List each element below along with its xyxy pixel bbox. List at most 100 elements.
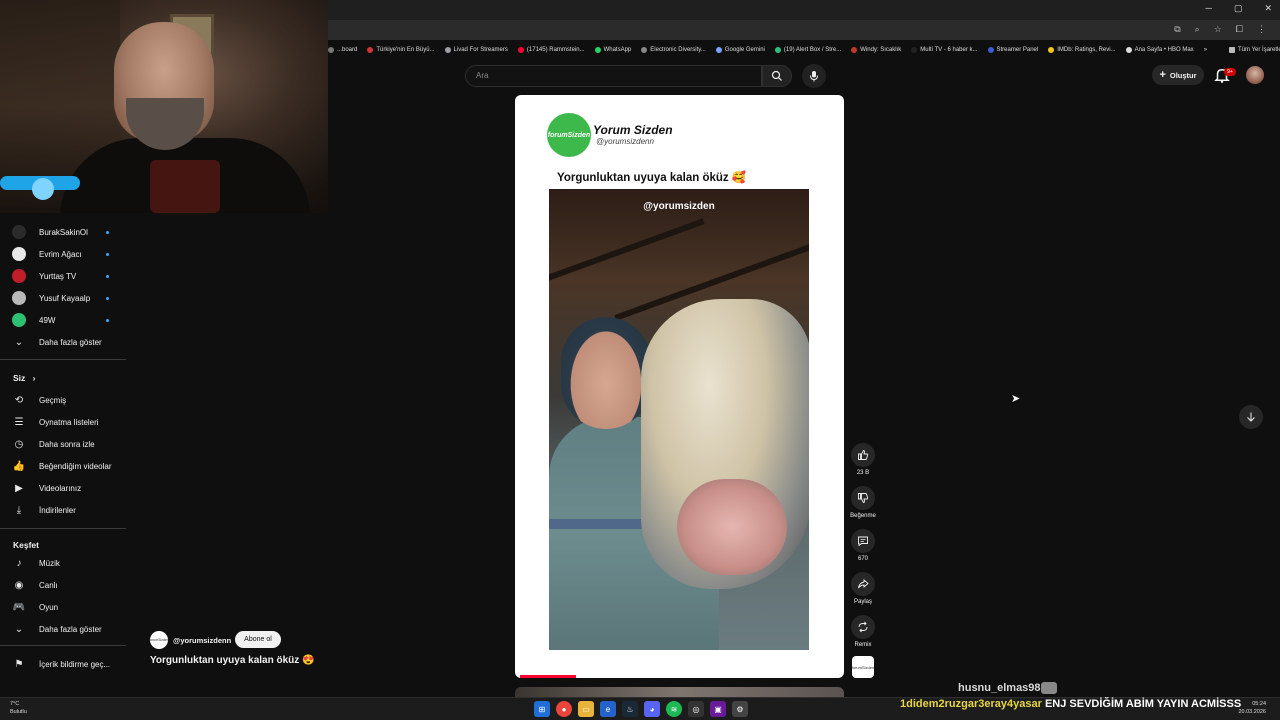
install-app-icon[interactable]: ⧉ [1174,24,1180,35]
bookmark-item[interactable]: Livad For Streamers [444,47,508,53]
menu-icon[interactable]: ⋮ [1257,24,1266,35]
chrome-icon[interactable]: ● [556,701,572,717]
sidebar-subscription-item[interactable]: Evrim Ağacı [0,243,126,265]
ox-nose [677,479,787,575]
like-action[interactable]: 23 B [849,443,877,476]
you-section-header[interactable]: Siz › [13,373,36,383]
sidebar-item[interactable]: ⟲ Geçmiş [0,389,126,411]
user-avatar[interactable] [1246,66,1264,84]
clock-time: 05:24 [1252,701,1266,707]
minimize-icon[interactable]: ─ [1206,3,1212,14]
comments-action[interactable]: 670 [849,529,877,562]
sidebar-item[interactable]: ☰ Oynatma listeleri [0,411,126,433]
bookmark-item[interactable]: Google Gemini [715,47,765,53]
share-action[interactable]: Paylaş [849,572,877,605]
remix-icon [858,621,868,633]
bookmark-item[interactable]: Türkiye'nin En Büyü... [367,47,435,53]
bookmark-item[interactable]: WhatsApp [594,47,631,53]
sidebar-item[interactable]: ▶ Videolarınız [0,477,126,499]
sidebar-item[interactable]: 👍 Beğendiğim videolar [0,455,126,477]
chat-emote-icon [1041,682,1057,694]
next-short-button[interactable] [1239,405,1263,429]
voice-search-button[interactable] [802,64,826,88]
dislike-action[interactable]: Beğenme [849,486,877,519]
playlist-icon: ☰ [14,416,24,428]
bookmark-item[interactable]: Electronic Diversity... [641,47,706,53]
share-button[interactable] [851,572,875,596]
all-bookmarks-button[interactable]: Tüm Yer İşaretleri [1229,47,1280,53]
remix-action[interactable]: Remix [849,615,877,648]
maximize-icon[interactable]: ▢ [1234,3,1243,14]
zoom-icon[interactable]: ⌕ [1195,24,1200,35]
edge-icon[interactable]: e [600,701,616,717]
dislike-button[interactable] [851,486,875,510]
settings-icon[interactable]: ⚙ [732,701,748,717]
app-icon[interactable]: ▣ [710,701,726,717]
comments-button[interactable] [851,529,875,553]
obs-icon[interactable]: ◎ [688,701,704,717]
bookmark-item[interactable]: ...board [328,47,357,53]
create-button[interactable]: + Oluştur [1152,65,1204,85]
woman-face [561,317,651,429]
bookmark-item[interactable]: Streamer Panel [987,47,1039,53]
bookmark-item[interactable]: Ana Sayfa • HBO Max [1125,47,1194,53]
bookmark-item[interactable]: (19) Alert Box / Stre... [774,47,841,53]
thumbs-up-icon [858,450,869,460]
sidebar: BurakSakinOl Evrim Ağacı Yurttaş TV Yusuf K… [0,213,126,703]
search-button[interactable] [762,65,792,87]
bookmark-item[interactable]: Windy: Sıcaklık [851,47,901,53]
sound-thumbnail[interactable]: forumSizden [852,656,874,678]
sidebar-subscription-item[interactable]: 49W [0,309,126,331]
channel-info-handle[interactable]: @yorumsizdenn [173,636,231,645]
bookmark-item[interactable]: Multi TV - 6 haber k... [911,47,978,53]
folder-icon[interactable]: ▭ [578,701,594,717]
like-button[interactable] [851,443,875,467]
sidebar-item-label: Daha sonra izle [39,439,95,449]
star-icon[interactable]: ☆ [1214,24,1222,35]
weather-widget[interactable]: 7°C Bulutlu [10,700,27,716]
search-input[interactable]: Ara [465,65,762,87]
sidebar-item[interactable]: ◉ Canlı [0,574,126,596]
short-player[interactable]: forumSizden Yorum Sizden @yorumsizdenn Y… [515,95,844,678]
short-progress-bar[interactable] [520,675,576,678]
channel-avatar [12,313,26,327]
thumbs-down-icon [858,493,869,503]
short-video-frame[interactable]: @yorumsizden [549,189,809,650]
new-content-dot [106,318,109,322]
steam-icon[interactable]: ♨ [622,701,638,717]
screen: ─ ▢ ✕ ⧉ ⌕ ☆ ⧠ ⋮ ...board Türkiye'nin En B… [0,0,1280,720]
sidebar-item[interactable]: ♪ Müzik [0,552,126,574]
show-more-subscriptions[interactable]: ⌄ Daha fazla göster [0,331,126,353]
bookmark-favicon-icon [987,47,994,53]
discord-icon[interactable]: ◕ [644,701,660,717]
sidebar-item[interactable]: ⤓ İndirilenler [0,499,126,521]
extensions-icon[interactable]: ⧠ [1236,24,1243,35]
bookmark-label: ...board [337,47,358,53]
sidebar-item-label: Oynatma listeleri [39,417,99,427]
sidebar-subscription-item[interactable]: BurakSakinOl [0,221,126,243]
sidebar-item[interactable]: ◷ Daha sonra izle [0,433,126,455]
bookmarks-overflow-icon[interactable]: » [1204,47,1207,53]
system-clock[interactable]: 05:24 20.03.2026 [1238,700,1266,716]
sidebar-item-label: Müzik [39,558,60,568]
show-more-explore[interactable]: ⌄ Daha fazla göster [0,618,126,640]
flag-icon: ⚑ [14,658,24,670]
bookmark-item[interactable]: IMDb: Ratings, Revi... [1048,47,1116,53]
bookmark-item[interactable]: (17145) Rammstein... [517,47,585,53]
remix-button[interactable] [851,615,875,639]
sidebar-item-label: Oyun [39,602,59,612]
subscribe-button[interactable]: Abone ol [235,631,281,648]
spotify-icon[interactable]: ≋ [666,701,682,717]
bookmark-label: Streamer Panel [996,47,1039,53]
sidebar-item-label: İçerik bildirme geç... [39,659,111,669]
sidebar-item-report-history[interactable]: ⚑ İçerik bildirme geç... [0,653,126,675]
temperature: 7°C [10,701,20,707]
bookmark-label: Windy: Sıcaklık [860,47,902,53]
sidebar-subscription-item[interactable]: Yurttaş TV [0,265,126,287]
channel-avatar[interactable]: forumSizden [149,631,169,649]
sidebar-subscription-item[interactable]: Yusuf Kayaalp [0,287,126,309]
windows-start-icon[interactable]: ⊞ [534,701,550,717]
sidebar-item[interactable]: 🎮 Oyun [0,596,126,618]
close-icon[interactable]: ✕ [1264,3,1272,14]
bookmark-label: Google Gemini [724,47,765,53]
